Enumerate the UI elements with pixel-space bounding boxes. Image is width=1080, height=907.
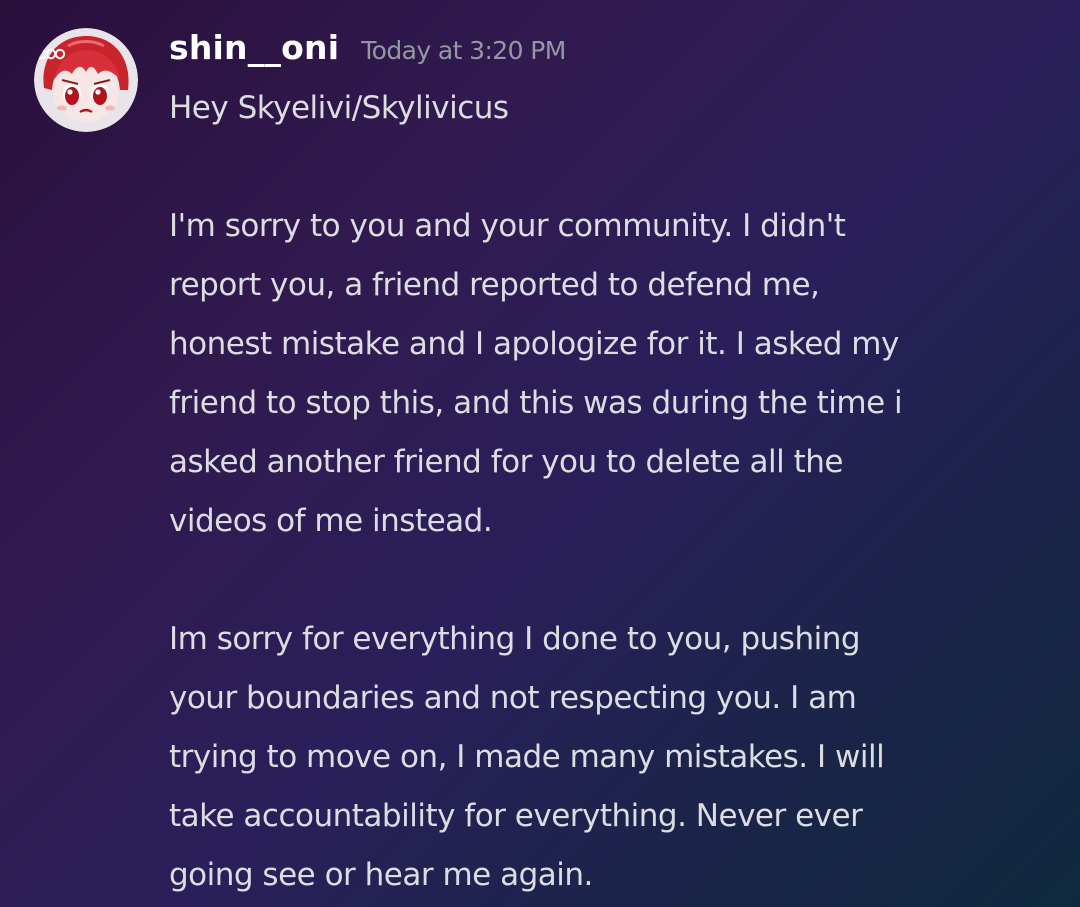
message-line: asked another friend for you to delete a… — [169, 444, 843, 480]
message-timestamp[interactable]: Today at 3:20 PM — [361, 36, 566, 65]
message-paragraph: Im sorry for everything I done to you, p… — [169, 610, 1059, 905]
message-line: trying to move on, I made many mistakes.… — [169, 739, 885, 775]
message-header: shin__oni Today at 3:20 PM — [169, 28, 566, 78]
message-line: honest mistake and I apologize for it. I… — [169, 326, 899, 362]
chibi-avatar-icon — [34, 28, 138, 132]
message-content: Hey Skyelivi/Skylivicus I'm sorry to you… — [169, 79, 1059, 905]
message-line: I'm sorry to you and your community. I d… — [169, 208, 846, 244]
message-paragraph: Hey Skyelivi/Skylivicus — [169, 79, 1059, 138]
message-line: Hey Skyelivi/Skylivicus — [169, 90, 509, 126]
message-line: report you, a friend reported to defend … — [169, 267, 820, 303]
message-line: going see or hear me again. — [169, 857, 593, 893]
chat-message: shin__oni Today at 3:20 PM Hey Skyelivi/… — [0, 0, 1080, 907]
message-line: your boundaries and not respecting you. … — [169, 680, 857, 716]
message-line: take accountability for everything. Neve… — [169, 798, 863, 834]
message-line: videos of me instead. — [169, 503, 493, 539]
message-line: Im sorry for everything I done to you, p… — [169, 621, 861, 657]
message-paragraph: I'm sorry to you and your community. I d… — [169, 197, 1059, 551]
username[interactable]: shin__oni — [169, 28, 339, 67]
message-line: friend to stop this, and this was during… — [169, 385, 903, 421]
user-avatar[interactable] — [34, 28, 138, 132]
